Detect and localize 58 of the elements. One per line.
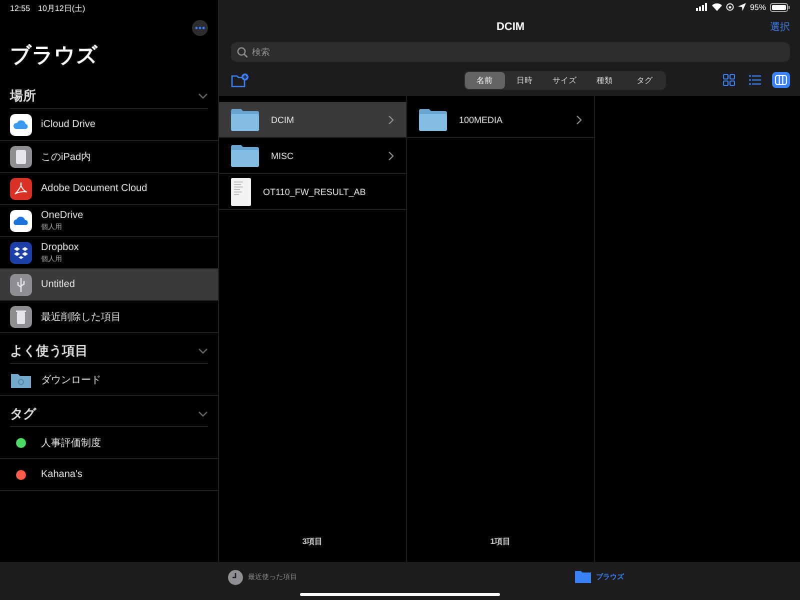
trash-icon	[10, 306, 32, 328]
usb-icon	[10, 274, 32, 296]
section-title: タグ	[10, 405, 36, 423]
sidebar-item[interactable]: 人事評価制度	[0, 427, 218, 459]
folder-title: DCIM	[496, 21, 525, 33]
sidebar-item[interactable]: 最近削除した項目	[0, 301, 218, 333]
signal-icon	[696, 3, 708, 11]
item-count: 1項目	[489, 536, 512, 548]
sort-tab[interactable]: 名前	[464, 72, 504, 88]
status-date: 10月12日(土)	[38, 2, 86, 14]
status-time: 12:55	[10, 4, 30, 12]
chevron-icon[interactable]	[198, 346, 208, 356]
more-icon[interactable]	[192, 20, 208, 36]
file-item[interactable]: DCIM	[219, 102, 406, 138]
sidebar-title: ブラウズ	[10, 43, 99, 69]
list-view-icon[interactable]	[746, 72, 764, 88]
folder-icon	[575, 570, 591, 583]
battery-icon	[770, 2, 790, 12]
sidebar-item[interactable]: ダウンロード	[0, 364, 218, 396]
file-item[interactable]: 100MEDIA	[407, 102, 594, 138]
sidebar-item[interactable]: Adobe Document Cloud	[0, 173, 218, 205]
section-title: よく使う項目	[10, 342, 88, 360]
chevron-icon[interactable]	[198, 91, 208, 101]
box-icon	[10, 242, 32, 264]
select-button[interactable]: 選択	[770, 20, 790, 34]
cloud-icon	[10, 210, 32, 232]
folder-icon	[419, 108, 447, 130]
folder-icon	[231, 144, 259, 166]
chevron-icon	[576, 114, 582, 124]
chevron-icon[interactable]	[198, 409, 208, 419]
file-item[interactable]: MISC	[219, 138, 406, 174]
sidebar-item[interactable]: Kahana's	[0, 459, 218, 491]
cloud-icon	[10, 114, 32, 136]
sort-tab[interactable]: 日時	[504, 72, 544, 88]
chevron-icon	[388, 150, 394, 160]
section-title: 場所	[10, 87, 36, 105]
sidebar-item[interactable]: iCloud Drive	[0, 109, 218, 141]
column-view-icon[interactable]	[772, 72, 790, 88]
chevron-icon	[388, 114, 394, 124]
tablet-icon	[10, 146, 32, 168]
grid-view-icon[interactable]	[720, 72, 738, 88]
battery-percent: 95%	[750, 2, 766, 12]
sort-tab[interactable]: サイズ	[544, 72, 584, 88]
clock-icon	[228, 570, 243, 585]
location-icon	[738, 3, 746, 11]
lock-rotation-icon	[726, 3, 734, 11]
folder-icon	[231, 108, 259, 130]
sort-tab[interactable]: 種類	[584, 72, 624, 88]
document-icon	[231, 178, 251, 206]
file-item[interactable]: OT110_FW_RESULT_AB	[219, 174, 406, 210]
new-folder-icon[interactable]	[231, 72, 249, 88]
wifi-icon	[712, 3, 722, 11]
sidebar-item[interactable]: Untitled	[0, 269, 218, 301]
document-cloud-icon	[10, 178, 32, 200]
item-count: 3項目	[301, 536, 324, 548]
sort-tab[interactable]: タグ	[624, 72, 664, 88]
sidebar-item[interactable]: このiPad内	[0, 141, 218, 173]
search-field[interactable]: 検索	[231, 42, 790, 62]
